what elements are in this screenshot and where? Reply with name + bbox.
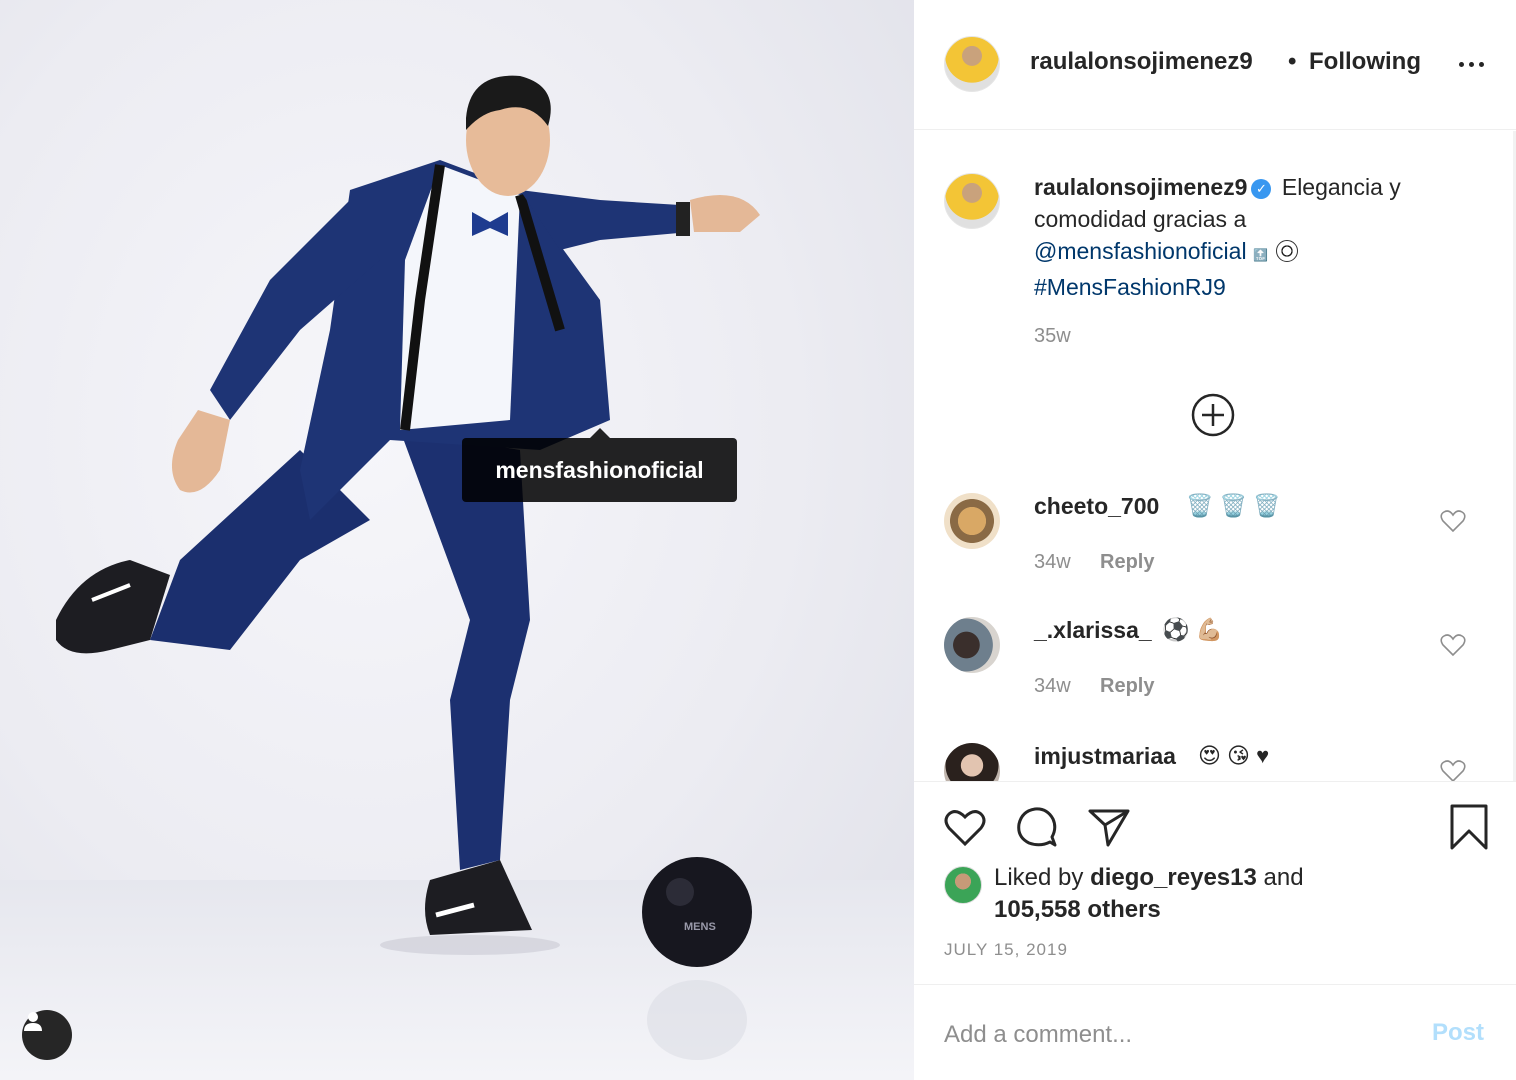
author-username[interactable]: raulalonsojimenez9 bbox=[1030, 48, 1253, 76]
load-more-comments-icon[interactable] bbox=[1191, 393, 1235, 437]
comment-username[interactable]: cheeto_700 bbox=[1034, 493, 1159, 520]
add-comment-bar: Post bbox=[914, 984, 1516, 1080]
author-avatar[interactable] bbox=[944, 36, 1000, 92]
caption-mention[interactable]: @mensfashionoficial bbox=[1034, 238, 1247, 264]
likes-summary: Liked by diego_reyes13 and 105,558 other… bbox=[994, 862, 1394, 926]
user-tag-tooltip[interactable]: mensfashionoficial bbox=[462, 428, 737, 502]
tagged-users-button[interactable] bbox=[22, 1010, 72, 1060]
caption-avatar[interactable] bbox=[944, 173, 1000, 229]
liked-by-user[interactable]: diego_reyes13 bbox=[1090, 864, 1257, 891]
liked-by-and: and bbox=[1263, 864, 1304, 891]
comment-item: cheeto_700 🗑️ 🗑️ 🗑️ 34w Reply bbox=[914, 493, 1514, 613]
top-emoji: 🔝 bbox=[1252, 248, 1268, 262]
post-photo[interactable]: MENS mensfashionoficial bbox=[0, 0, 914, 1080]
post-caption: raulalonsojimenez9 ✓ Elegancia y comodida… bbox=[1034, 171, 1474, 303]
more-options-icon[interactable] bbox=[1459, 54, 1489, 74]
comment-icon[interactable] bbox=[1014, 804, 1060, 850]
comments-list[interactable]: raulalonsojimenez9 ✓ Elegancia y comodida… bbox=[914, 131, 1516, 781]
commenter-avatar[interactable] bbox=[944, 617, 1000, 673]
comment-username[interactable]: _.xlarissa_ bbox=[1034, 617, 1152, 644]
soccer-ball-icon bbox=[1275, 240, 1298, 262]
comment-text: 🗑️ 🗑️ 🗑️ bbox=[1186, 493, 1281, 518]
commenter-avatar[interactable] bbox=[944, 743, 1000, 781]
caption-hashtag[interactable]: #MensFashionRJ9 bbox=[1034, 274, 1226, 300]
post-actions: Liked by diego_reyes13 and 105,558 other… bbox=[914, 781, 1516, 984]
reply-button[interactable]: Reply bbox=[1100, 675, 1154, 698]
ball-label: MENS bbox=[684, 921, 716, 933]
comment-item: _.xlarissa_ ⚽ 💪🏼 34w Reply bbox=[914, 617, 1514, 737]
like-comment-heart-icon[interactable] bbox=[1440, 509, 1466, 533]
verified-badge-icon: ✓ bbox=[1251, 179, 1272, 199]
comment-time[interactable]: 34w bbox=[1034, 551, 1071, 574]
post-sidebar: raulalonsojimenez9 • Following raulalons… bbox=[914, 0, 1516, 1080]
share-icon[interactable] bbox=[1086, 804, 1132, 850]
commenter-avatar[interactable] bbox=[944, 493, 1000, 549]
header-separator: • bbox=[1288, 48, 1297, 75]
user-tag-label: mensfashionoficial bbox=[495, 456, 704, 483]
save-bookmark-icon[interactable] bbox=[1446, 804, 1492, 850]
post-date[interactable]: JULY 15, 2019 bbox=[944, 940, 1068, 960]
user-icon bbox=[24, 1012, 42, 1031]
caption-username[interactable]: raulalonsojimenez9 bbox=[1034, 174, 1247, 200]
reply-button[interactable]: Reply bbox=[1100, 551, 1154, 574]
caption-time[interactable]: 35w bbox=[1034, 325, 1071, 348]
comment-text: 😍 😘 ♥ bbox=[1198, 743, 1270, 768]
likes-count[interactable]: 105,558 others bbox=[994, 896, 1161, 923]
heart-icon[interactable] bbox=[942, 804, 988, 850]
photo-illustration: MENS bbox=[0, 75, 914, 1080]
comment-item: imjustmariaa 😍 😘 ♥ bbox=[914, 743, 1514, 781]
comment-input[interactable] bbox=[944, 1015, 1384, 1055]
comment-time[interactable]: 34w bbox=[1034, 675, 1071, 698]
comment-username[interactable]: imjustmariaa bbox=[1034, 743, 1176, 770]
like-comment-heart-icon[interactable] bbox=[1440, 633, 1466, 657]
post-comment-button[interactable]: Post bbox=[1432, 1019, 1484, 1047]
post-header: raulalonsojimenez9 • Following bbox=[914, 0, 1516, 130]
liked-by-avatar[interactable] bbox=[944, 866, 982, 904]
comment-text: ⚽ 💪🏼 bbox=[1162, 617, 1223, 642]
liked-by-prefix: Liked by bbox=[994, 864, 1084, 891]
following-button[interactable]: Following bbox=[1309, 48, 1421, 76]
like-comment-heart-icon[interactable] bbox=[1440, 759, 1466, 781]
